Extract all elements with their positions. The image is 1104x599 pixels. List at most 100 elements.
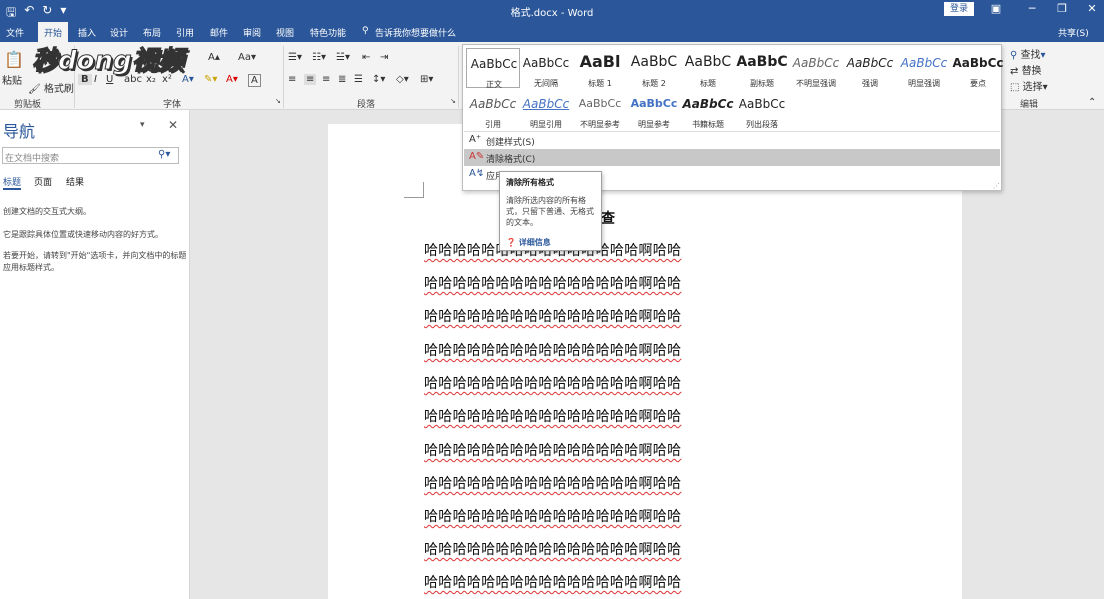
style-no-spacing[interactable]: AaBbCc 无间隔 (519, 48, 573, 88)
font-size-increase-icon[interactable]: A▴ (208, 52, 220, 63)
bullets-icon[interactable]: ☰▾ (288, 52, 302, 63)
tab-design[interactable]: 设计 (110, 26, 128, 39)
ribbon-display-options-icon[interactable]: ▣ (988, 2, 1004, 15)
nav-tab-results[interactable]: 结果 (66, 175, 84, 188)
increase-indent-icon[interactable]: ⇥ (380, 52, 388, 63)
decrease-indent-icon[interactable]: ⇤ (362, 52, 370, 63)
document-line[interactable]: 哈哈哈哈哈哈哈哈哈哈哈哈哈哈哈啊哈哈 (424, 273, 681, 293)
tab-references[interactable]: 引用 (176, 26, 194, 39)
find-label: 查找 (1020, 50, 1041, 61)
tab-home[interactable]: 开始 (38, 22, 69, 42)
borders-icon[interactable]: ⊞▾ (420, 74, 433, 85)
group-label-paragraph: 段落 (357, 100, 376, 110)
tell-me-search-icon[interactable]: ⚲ (362, 26, 369, 36)
document-line[interactable]: 哈哈哈哈哈哈哈哈哈哈哈哈哈哈哈啊哈哈 (424, 572, 681, 592)
paste-button[interactable]: 粘贴 (2, 72, 22, 87)
minimize-icon[interactable]: ─ (1024, 2, 1040, 15)
style-list-paragraph[interactable]: AaBbCc 列出段落 (735, 89, 789, 129)
tell-me-input[interactable]: 告诉我你想要做什么 (375, 26, 456, 39)
style-intense-quote[interactable]: AaBbCc 明显引用 (519, 89, 573, 129)
tab-insert[interactable]: 插入 (78, 26, 96, 39)
shading-icon[interactable]: ◇▾ (396, 74, 409, 85)
tab-layout[interactable]: 布局 (143, 26, 161, 39)
tab-special-features[interactable]: 特色功能 (310, 26, 346, 39)
document-line[interactable]: 哈哈哈哈哈哈哈哈哈哈哈哈哈哈哈啊哈哈 (424, 373, 681, 393)
tooltip-more-info-link[interactable]: ❓ 详细信息 (506, 237, 551, 248)
divider (283, 46, 284, 108)
document-line[interactable]: 哈哈哈哈哈哈哈哈哈哈哈哈哈哈哈啊哈哈 (424, 340, 681, 360)
change-case-icon[interactable]: Aa▾ (238, 52, 256, 63)
style-subtle-emphasis[interactable]: AaBbCc 不明显强调 (789, 48, 843, 88)
collapse-ribbon-icon[interactable]: ⌃ (1088, 97, 1096, 108)
tooltip-body: 清除所选内容的所有格式，只留下普通、无格式的文本。 (506, 196, 594, 227)
style-heading-2[interactable]: AaBbC 标题 2 (627, 48, 681, 88)
align-left-icon[interactable]: ≡ (288, 74, 296, 85)
line-spacing-icon[interactable]: ↕▾ (372, 74, 385, 85)
format-painter-button[interactable]: 🖌 格式刷 (28, 80, 74, 95)
style-book-title[interactable]: AaBbCc 书籍标题 (681, 89, 735, 129)
numbering-icon[interactable]: ☷▾ (312, 52, 326, 63)
document-line[interactable]: 哈哈哈哈哈哈哈哈哈哈哈哈哈哈哈啊哈哈 (424, 306, 681, 326)
paragraph-dialog-launcher-icon[interactable]: ↘ (450, 97, 456, 105)
multilevel-list-icon[interactable]: ☱▾ (336, 52, 350, 63)
nav-tab-pages[interactable]: 页面 (34, 175, 52, 188)
clear-formatting-menu-item[interactable]: A✎ 清除格式(C) (464, 149, 1000, 166)
font-color-icon[interactable]: A▾ (226, 74, 238, 85)
document-line[interactable]: 哈哈哈哈哈哈哈哈哈哈哈哈哈哈哈啊哈哈 (424, 539, 681, 559)
char-border-icon[interactable]: A (248, 74, 261, 87)
style-quote[interactable]: AaBbCc 引用 (466, 89, 520, 129)
replace-button[interactable]: ⇄ 替换 (1010, 62, 1042, 77)
nav-help-text-3: 若要开始，请转到"开始"选项卡，并向文档中的标题应用标题样式。 (3, 251, 187, 272)
share-button[interactable]: 共享(S) (1058, 26, 1089, 39)
justify-icon[interactable]: ≣ (338, 74, 346, 85)
align-right-icon[interactable]: ≡ (322, 74, 330, 85)
nav-options-icon[interactable]: ▾ (140, 120, 145, 130)
maximize-icon[interactable]: ❐ (1054, 2, 1070, 15)
margin-mark-left (404, 182, 424, 198)
font-dialog-launcher-icon[interactable]: ↘ (275, 97, 281, 105)
replace-label: 替换 (1021, 66, 1042, 77)
window-title: 格式.docx - Word (510, 8, 594, 19)
close-icon[interactable]: ✕ (1084, 2, 1100, 15)
distribute-icon[interactable]: ☰ (354, 74, 363, 85)
tab-review[interactable]: 审阅 (243, 26, 261, 39)
nav-help-text-1: 创建文档的交互式大纲。 (3, 207, 91, 216)
watermark-logo: 秒dong视频 (32, 46, 185, 77)
style-subtitle[interactable]: AaBbC 副标题 (735, 48, 789, 88)
navigation-pane: 导航 ▾ ✕ 在文档中搜索 ⚲▾ 标题 页面 结果 创建文档的交互式大纲。 它是… (0, 110, 190, 599)
tooltip-title: 清除所有格式 (506, 178, 554, 187)
find-button[interactable]: ⚲ 查找▾ (1010, 46, 1046, 61)
search-icon[interactable]: ⚲▾ (158, 149, 170, 160)
group-label-clipboard: 剪贴板 (14, 100, 42, 110)
document-line[interactable]: 哈哈哈哈哈哈哈哈哈哈哈哈哈哈哈啊哈哈 (424, 440, 681, 460)
styles-gallery-dropdown: AaBbCc 正文 AaBbCc 无间隔 AaBl 标题 1 AaBbC 标题 2 Aa… (462, 44, 1005, 191)
style-emphasis[interactable]: AaBbCc 强调 (843, 48, 897, 88)
tab-view[interactable]: 视图 (276, 26, 294, 39)
style-subtle-reference[interactable]: AaBbCc 不明显参考 (573, 89, 627, 129)
nav-close-icon[interactable]: ✕ (168, 118, 178, 132)
style-intense-reference[interactable]: AaBbCc 明显参考 (627, 89, 681, 129)
group-label-editing: 编辑 (1020, 100, 1039, 110)
align-center-icon[interactable]: ≡ (304, 74, 317, 85)
tab-file[interactable]: 文件 (6, 26, 24, 39)
nav-search-input[interactable]: 在文档中搜索 (2, 147, 179, 164)
document-line[interactable]: 哈哈哈哈哈哈哈哈哈哈哈哈哈哈哈啊哈哈 (424, 406, 681, 426)
create-style-icon: A⁺ (469, 134, 482, 145)
resize-grip-icon[interactable]: ⋰ (993, 182, 1000, 190)
document-line[interactable]: 哈哈哈哈哈哈哈哈哈哈哈哈哈哈哈啊哈哈 (424, 506, 681, 526)
create-style-menu-item[interactable]: A⁺ 创建样式(S) (464, 132, 1000, 149)
style-title[interactable]: AaBbC 标题 (681, 48, 735, 88)
highlight-icon[interactable]: ✎▾ (204, 74, 217, 85)
nav-tab-headings[interactable]: 标题 (3, 175, 22, 190)
style-strong[interactable]: AaBbCc 要点 (951, 48, 1005, 88)
paste-icon[interactable]: 📋 (4, 50, 24, 69)
select-button[interactable]: ⬚ 选择▾ (1010, 78, 1048, 93)
style-intense-emphasis[interactable]: AaBbCc 明显强调 (897, 48, 951, 88)
style-normal[interactable]: AaBbCc 正文 (466, 48, 520, 89)
login-button[interactable]: 登录 (944, 2, 974, 16)
style-heading-1[interactable]: AaBl 标题 1 (573, 48, 627, 88)
select-label: 选择 (1022, 82, 1043, 93)
tab-mailings[interactable]: 邮件 (210, 26, 228, 39)
nav-title: 导航 (3, 122, 36, 141)
document-line[interactable]: 哈哈哈哈哈哈哈哈哈哈哈哈哈哈哈啊哈哈 (424, 473, 681, 493)
